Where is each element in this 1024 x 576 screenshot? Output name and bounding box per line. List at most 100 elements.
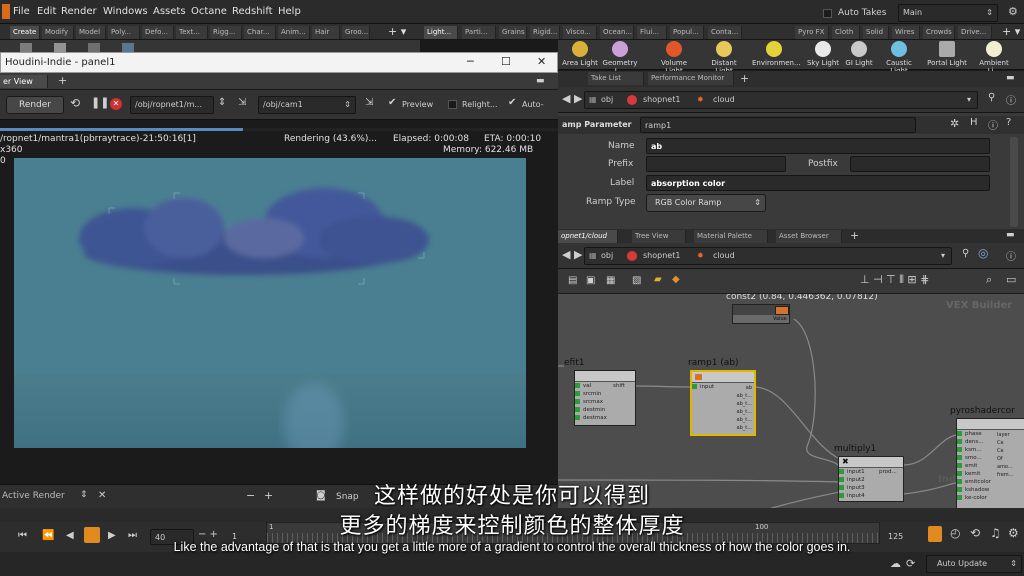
shelf-tab[interactable]: Light... bbox=[424, 26, 458, 39]
node-output[interactable]: ab_t... bbox=[732, 400, 752, 408]
node-input[interactable]: destmax bbox=[575, 414, 635, 422]
ambient-light-tool[interactable]: Ambient Li... bbox=[972, 41, 1016, 75]
path-crumbs[interactable]: ▦ obj shopnet1 ✸ cloud ▾ bbox=[584, 91, 978, 109]
hierarchy-icon[interactable]: H bbox=[970, 117, 978, 128]
shelf-tab[interactable]: Flui... bbox=[637, 26, 667, 39]
shelf-tab[interactable]: Crowds bbox=[923, 26, 955, 39]
auto-takes-checkbox[interactable] bbox=[823, 9, 832, 18]
layout-icon[interactable]: ▧ bbox=[632, 275, 641, 286]
node-output[interactable]: ab_t... bbox=[732, 408, 752, 416]
minimize-icon[interactable]: ─ bbox=[467, 55, 474, 68]
path-shopnet[interactable]: shopnet1 bbox=[643, 248, 680, 264]
shelf-tab[interactable]: Rigg... bbox=[210, 26, 242, 39]
area-light-tool[interactable]: Area Light bbox=[558, 41, 602, 67]
pause-icon[interactable]: ❚❚ bbox=[91, 96, 109, 109]
fit-node[interactable]: val srcmin srcmax destmin destmax shift bbox=[574, 370, 636, 426]
geometry-light-tool[interactable]: Geometry L... bbox=[598, 41, 642, 75]
node-input[interactable]: ksm... bbox=[957, 446, 1024, 454]
gear-icon[interactable]: ✲ bbox=[950, 117, 959, 130]
render-image[interactable] bbox=[14, 158, 526, 448]
portal-light-tool[interactable]: Portal Light bbox=[925, 41, 969, 67]
render-button[interactable]: Render bbox=[6, 96, 64, 114]
shelf-tab[interactable]: Poly... bbox=[108, 26, 140, 39]
add-shelf-icon[interactable]: + ▾ bbox=[1002, 25, 1020, 38]
question-icon[interactable]: ? bbox=[1006, 117, 1011, 128]
node-output[interactable]: Ce bbox=[997, 439, 1013, 447]
desktop-select[interactable]: Main ⇕ bbox=[898, 4, 998, 22]
node-input[interactable]: emit bbox=[957, 462, 1024, 470]
shelf-tab[interactable]: Cloth bbox=[832, 26, 860, 39]
search-icon[interactable]: ⌕ bbox=[986, 273, 992, 287]
pin-icon[interactable]: ⚲ bbox=[962, 248, 969, 259]
help-icon[interactable]: ⓘ bbox=[988, 117, 998, 132]
shelf-tab[interactable]: Model bbox=[76, 26, 106, 39]
shelf-tab[interactable]: Rigid... bbox=[530, 26, 560, 39]
volume-light-tool[interactable]: Volume Light bbox=[652, 41, 696, 75]
prefix-field[interactable] bbox=[646, 156, 786, 172]
node-output[interactable]: layer bbox=[997, 431, 1013, 439]
node-input[interactable]: smo... bbox=[957, 454, 1024, 462]
shelf-tab[interactable]: Grains bbox=[499, 26, 527, 39]
add-tab-icon[interactable]: + bbox=[850, 229, 859, 242]
node-input[interactable]: srcmin bbox=[575, 390, 635, 398]
tab-menu-icon[interactable]: ◆ bbox=[672, 274, 680, 285]
tab-asset-browser[interactable]: Asset Browser bbox=[776, 230, 842, 243]
note-icon[interactable]: ▰ bbox=[654, 274, 662, 285]
pane-menu-icon[interactable]: ▬ bbox=[536, 76, 545, 86]
node-output[interactable]: Of bbox=[997, 455, 1013, 463]
node-input[interactable]: input bbox=[692, 383, 722, 391]
name-field[interactable]: ab bbox=[646, 138, 990, 154]
menu-render[interactable]: Render bbox=[61, 6, 97, 17]
path-cloud[interactable]: cloud bbox=[713, 92, 735, 108]
param-node-name[interactable]: ramp1 bbox=[640, 117, 916, 133]
tab-tree-view[interactable]: Tree View bbox=[632, 230, 686, 243]
add-tab-icon[interactable]: + bbox=[58, 74, 67, 87]
shelf-tab[interactable]: Solid bbox=[863, 26, 889, 39]
auto-toggle[interactable]: Auto- bbox=[522, 100, 544, 109]
shelf-tab[interactable]: Conta... bbox=[708, 26, 742, 39]
maximize-icon[interactable]: ☐ bbox=[501, 55, 511, 68]
node-output[interactable]: ab_t... bbox=[732, 416, 752, 424]
add-tab-icon[interactable]: + bbox=[740, 72, 749, 85]
list-view-icon[interactable]: ▤ bbox=[568, 275, 577, 286]
shelf-tab[interactable]: Hair bbox=[312, 26, 340, 39]
sync-icon[interactable]: ⟳ bbox=[906, 557, 915, 570]
target-icon[interactable]: ◎ bbox=[978, 246, 988, 260]
shelf-tab[interactable]: Drive... bbox=[958, 26, 992, 39]
tab-render-view[interactable]: er View bbox=[0, 75, 48, 88]
menu-octane[interactable]: Octane bbox=[191, 6, 227, 17]
node-output[interactable]: ab_t... bbox=[732, 424, 752, 432]
shelf-tab[interactable]: Ocean... bbox=[600, 26, 634, 39]
node-input[interactable]: destmin bbox=[575, 406, 635, 414]
tab-performance-monitor[interactable]: Performance Monitor bbox=[648, 72, 734, 85]
shelf-tab[interactable]: Modify bbox=[42, 26, 74, 39]
chat-icon[interactable]: ☁ bbox=[890, 557, 901, 570]
refresh-icon[interactable]: ⟲ bbox=[70, 96, 80, 110]
pane-menu-icon[interactable]: ▬ bbox=[1006, 73, 1015, 83]
grid-view-icon[interactable]: ▣ bbox=[586, 275, 595, 286]
close-icon[interactable]: ✕ bbox=[537, 55, 546, 68]
node-output[interactable]: amo... bbox=[997, 463, 1013, 471]
param-scrollbar[interactable] bbox=[1010, 137, 1018, 227]
menu-file[interactable]: File bbox=[13, 6, 30, 17]
relight-checkbox[interactable] bbox=[448, 100, 457, 109]
pane-menu-icon[interactable]: ▬ bbox=[1006, 230, 1015, 240]
menu-help[interactable]: Help bbox=[278, 6, 301, 17]
floating-panel-titlebar[interactable]: Houdini-Indie - panel1 ─ ☐ ✕ bbox=[0, 52, 558, 73]
stop-icon[interactable]: ✕ bbox=[110, 98, 122, 110]
path-shopnet[interactable]: shopnet1 bbox=[643, 92, 680, 108]
tab-material-palette[interactable]: Material Palette bbox=[694, 230, 768, 243]
help-icon[interactable]: ⓘ bbox=[1006, 248, 1016, 263]
shelf-tab[interactable]: Groo... bbox=[342, 26, 370, 39]
const-node[interactable]: Value bbox=[732, 304, 790, 324]
ramp-node[interactable]: input ab ab_t... ab_t... ab_t... ab_t...… bbox=[690, 370, 756, 436]
auto-update-select[interactable]: Auto Update ⇕ bbox=[926, 555, 1022, 573]
node-output[interactable]: Ce bbox=[997, 447, 1013, 455]
pin-icon[interactable]: ⚲ bbox=[988, 92, 995, 103]
path-obj[interactable]: obj bbox=[601, 92, 613, 108]
node-input[interactable]: kemit bbox=[957, 470, 1024, 478]
node-picker-icon[interactable]: ⇕ bbox=[218, 97, 226, 108]
node-input[interactable]: phase bbox=[957, 430, 1024, 438]
gi-light-tool[interactable]: GI Light bbox=[837, 41, 881, 67]
environment-light-tool[interactable]: Environmen... bbox=[752, 41, 801, 67]
